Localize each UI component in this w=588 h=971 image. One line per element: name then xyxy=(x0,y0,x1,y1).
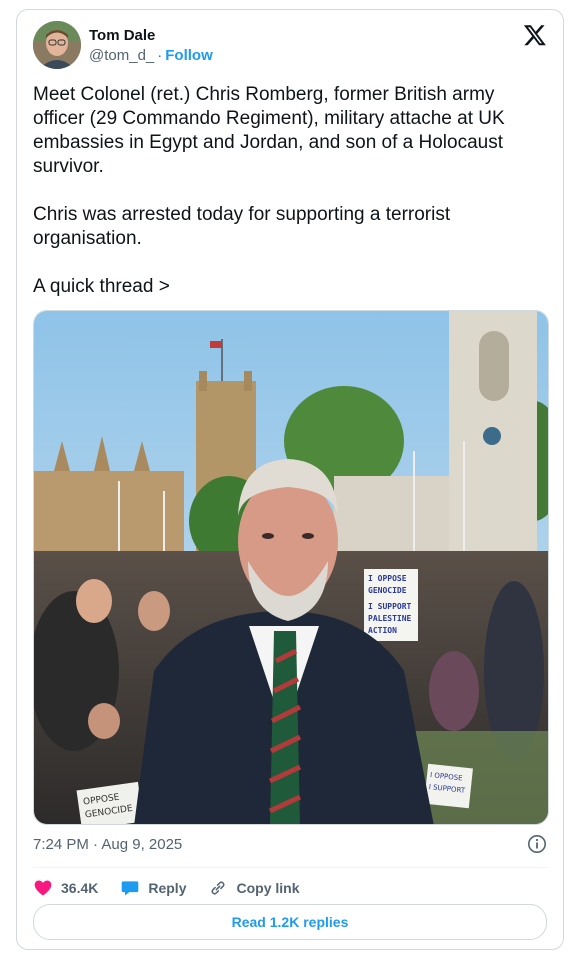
reply-label: Reply xyxy=(148,880,187,896)
info-icon[interactable] xyxy=(527,834,547,854)
sign-text-line: I SUPPORT xyxy=(368,602,412,611)
heart-icon xyxy=(34,880,52,896)
author-handle-line: @tom_d_ · Follow xyxy=(89,46,213,66)
tweet-card: Tom Dale @tom_d_ · Follow Meet Colonel (re… xyxy=(16,9,564,950)
tweet-timestamp[interactable]: 7:24 PM · Aug 9, 2025 xyxy=(33,835,182,855)
author-name[interactable]: Tom Dale xyxy=(89,26,155,46)
sign-text-line: ACTION xyxy=(368,626,397,635)
reply-button[interactable]: Reply xyxy=(120,878,186,898)
tweet-text: Meet Colonel (ret.) Chris Romberg, forme… xyxy=(33,84,505,297)
action-bar: 36.4K Reply Copy link xyxy=(33,876,322,900)
sign-text-line: I OPPOSE xyxy=(368,574,407,583)
like-button[interactable]: 36.4K xyxy=(33,878,98,898)
speech-bubble-icon xyxy=(122,881,139,896)
x-logo-icon[interactable] xyxy=(523,23,547,47)
sign-text-line: PALESTINE xyxy=(368,614,412,623)
read-replies-button[interactable]: Read 1.2K replies xyxy=(33,904,547,940)
tweet-photo[interactable]: I OPPOSE GENOCIDE I SUPPORT PALESTINE AC… xyxy=(33,310,549,825)
copy-link-label: Copy link xyxy=(236,880,300,896)
link-icon xyxy=(211,881,226,895)
author-handle[interactable]: @tom_d_ xyxy=(89,47,154,64)
avatar[interactable] xyxy=(33,21,81,69)
copy-link-button[interactable]: Copy link xyxy=(208,878,300,898)
sign-text-line: GENOCIDE xyxy=(368,586,407,595)
follow-button[interactable]: Follow xyxy=(165,47,213,64)
divider xyxy=(33,867,547,868)
tweet-header: Tom Dale @tom_d_ · Follow xyxy=(33,21,547,71)
separator-dot: · xyxy=(157,47,163,64)
like-count: 36.4K xyxy=(61,880,99,896)
